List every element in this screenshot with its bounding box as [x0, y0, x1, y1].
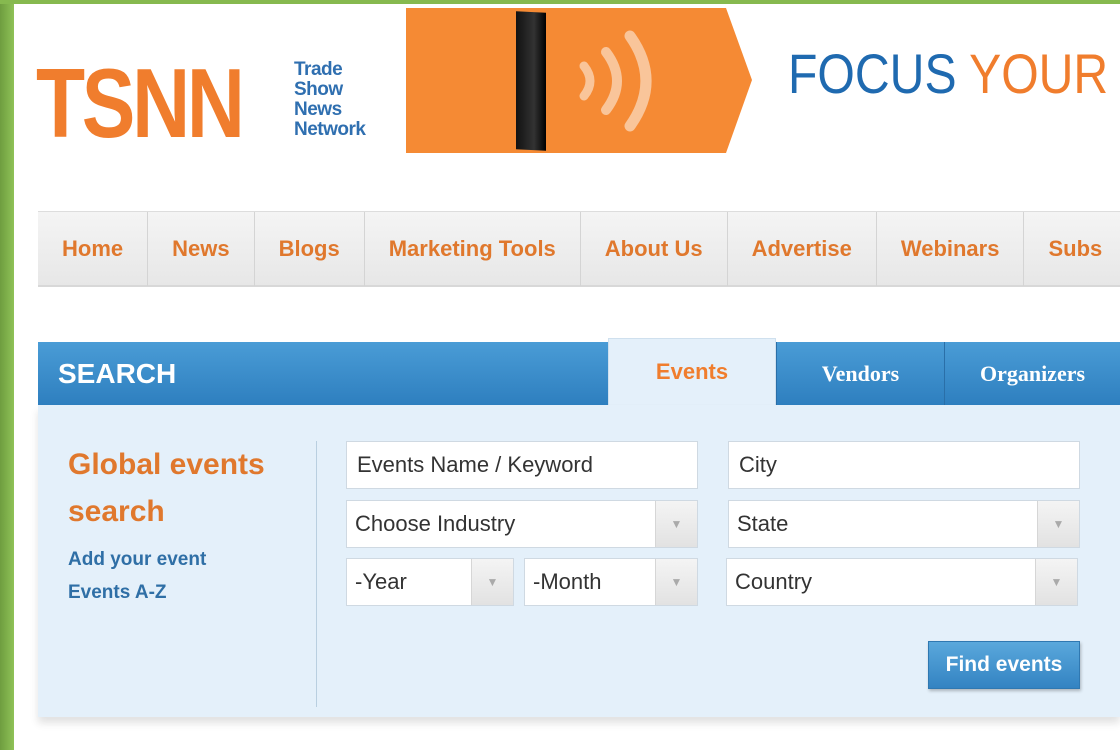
city-field[interactable]	[728, 441, 1080, 489]
year-value: -Year	[355, 569, 407, 594]
industry-select[interactable]: Choose Industry ▼	[346, 500, 698, 548]
search-header: SEARCH Events Vendors Organizers	[38, 338, 1120, 405]
nav-blogs[interactable]: Blogs	[255, 212, 365, 286]
country-value: Country	[735, 569, 813, 594]
month-value: -Month	[533, 569, 602, 594]
tab-events[interactable]: Events	[608, 338, 776, 405]
tagline-part-orange: YOUR	[969, 42, 1109, 105]
speaker-icon	[516, 11, 546, 151]
chevron-down-icon[interactable]: ▼	[655, 559, 697, 605]
banner-tagline: FOCUS YOUR	[788, 44, 1108, 104]
nav-home[interactable]: Home	[38, 212, 149, 286]
nav-about-us[interactable]: About Us	[581, 212, 728, 286]
banner-arrow-shape	[726, 8, 752, 153]
chevron-down-icon[interactable]: ▼	[471, 559, 513, 605]
global-search-heading: Global events	[68, 448, 265, 481]
tab-vendors[interactable]: Vendors	[776, 342, 944, 405]
nav-marketing-tools[interactable]: Marketing Tools	[365, 212, 581, 286]
logo-line: News	[294, 99, 342, 120]
year-select[interactable]: -Year ▼	[346, 558, 514, 606]
sound-waves-icon	[579, 30, 652, 132]
keyword-input[interactable]	[357, 452, 697, 478]
main-nav: Home News Blogs Marketing Tools About Us…	[38, 211, 1120, 287]
events-a-z-link[interactable]: Events A-Z	[68, 576, 265, 609]
logo-wordmark: TSNN	[36, 48, 245, 158]
tagline-part-blue: FOCUS	[788, 42, 970, 105]
divider	[316, 441, 317, 707]
state-select[interactable]: State ▼	[728, 500, 1080, 548]
country-select[interactable]: Country ▼	[726, 558, 1078, 606]
chevron-down-icon[interactable]: ▼	[655, 501, 697, 547]
logo-line: Trade	[294, 59, 343, 80]
window-left-border	[0, 0, 14, 750]
nav-advertise[interactable]: Advertise	[728, 212, 877, 286]
logo-subtitle: Trade Show News Network	[294, 59, 366, 140]
city-input[interactable]	[739, 452, 1079, 478]
state-value: State	[737, 511, 789, 536]
month-select[interactable]: -Month ▼	[524, 558, 698, 606]
tsnn-logo[interactable]: TSNN Trade Show News Network	[36, 48, 366, 158]
chevron-down-icon[interactable]: ▼	[1037, 501, 1079, 547]
nav-subscribe[interactable]: Subs	[1024, 212, 1120, 286]
tab-organizers[interactable]: Organizers	[944, 342, 1120, 405]
search-panel: Global events search Add your event Even…	[38, 405, 1120, 717]
logo-line: Network	[294, 119, 366, 140]
search-sidebar: Global events search Add your event Even…	[68, 441, 265, 609]
nav-news[interactable]: News	[148, 212, 255, 286]
add-event-link[interactable]: Add your event	[68, 543, 265, 576]
nav-webinars[interactable]: Webinars	[877, 212, 1025, 286]
search-title: SEARCH	[58, 358, 177, 389]
chevron-down-icon[interactable]: ▼	[1035, 559, 1077, 605]
page: TSNN Trade Show News Network FOCUS YOUR …	[14, 4, 1120, 750]
industry-value: Choose Industry	[355, 511, 516, 536]
keyword-field[interactable]	[346, 441, 698, 489]
global-search-heading-2: search	[68, 495, 165, 528]
logo-line: Show	[294, 79, 343, 100]
find-events-button[interactable]: Find events	[928, 641, 1080, 689]
